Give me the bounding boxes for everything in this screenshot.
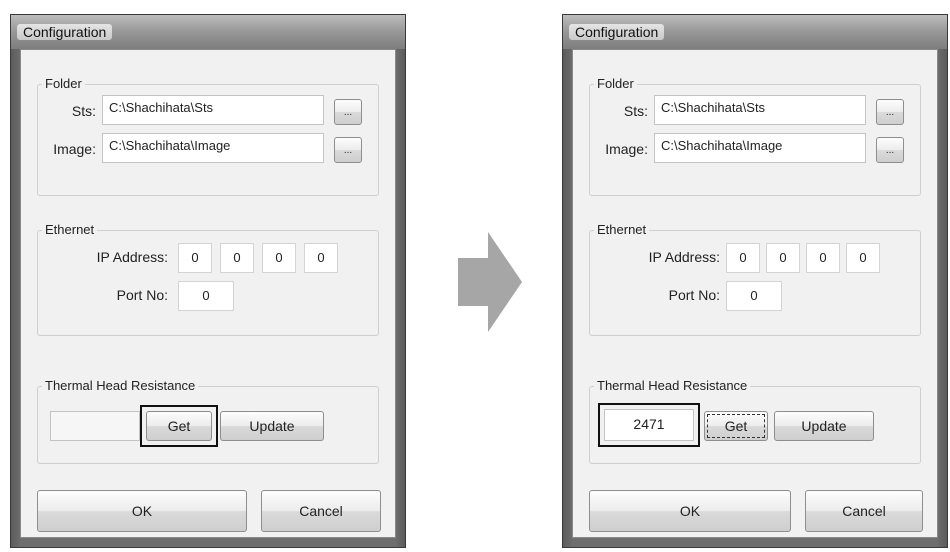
update-button[interactable]: Update xyxy=(774,411,874,441)
right-arrow-icon xyxy=(458,232,522,332)
sts-path-field[interactable]: C:\Shachihata\Sts xyxy=(102,95,324,125)
port-no-label: Port No: xyxy=(116,287,168,303)
thermal-head-group: Thermal Head Resistance 2471 Get Update xyxy=(589,378,921,464)
folder-group-label: Folder xyxy=(594,76,637,91)
ip-address-label: IP Address: xyxy=(96,249,168,265)
image-browse-button[interactable]: ... xyxy=(334,137,362,163)
sts-browse-button[interactable]: ... xyxy=(334,99,362,125)
ip-octet-3[interactable]: 0 xyxy=(806,243,840,273)
sts-browse-button[interactable]: ... xyxy=(876,99,904,125)
configuration-dialog-before: Configuration Folder Sts: C:\Shachihata\… xyxy=(10,14,406,548)
image-browse-button[interactable]: ... xyxy=(876,137,904,163)
ip-octet-2[interactable]: 0 xyxy=(220,243,254,273)
dialog-client-area: Folder Sts: C:\Shachihata\Sts ... Image:… xyxy=(20,49,396,538)
ip-octet-1[interactable]: 0 xyxy=(178,243,212,273)
port-no-label: Port No: xyxy=(668,287,720,303)
dialog-title: Configuration xyxy=(17,24,113,40)
folder-group: Folder Sts: C:\Shachihata\Sts ... Image:… xyxy=(37,76,379,196)
sts-label: Sts: xyxy=(71,103,96,119)
cancel-button[interactable]: Cancel xyxy=(261,490,381,532)
ip-octet-4[interactable]: 0 xyxy=(304,243,338,273)
image-label: Image: xyxy=(605,141,648,157)
get-button[interactable]: Get xyxy=(704,411,768,441)
dialog-title: Configuration xyxy=(569,24,665,40)
thermal-head-group-label: Thermal Head Resistance xyxy=(42,378,199,393)
ethernet-group-label: Ethernet xyxy=(594,222,650,237)
port-no-field[interactable]: 0 xyxy=(726,281,782,311)
ip-octet-1[interactable]: 0 xyxy=(726,243,760,273)
folder-group-label: Folder xyxy=(42,76,85,91)
highlight-frame xyxy=(140,405,218,447)
ethernet-group: Ethernet IP Address: 0 0 0 0 Port No: 0 xyxy=(37,222,379,336)
ip-octet-3[interactable]: 0 xyxy=(262,243,296,273)
cancel-button[interactable]: Cancel xyxy=(805,490,923,532)
ip-address-label: IP Address: xyxy=(648,249,720,265)
port-no-field[interactable]: 0 xyxy=(178,281,234,311)
image-path-field[interactable]: C:\Shachihata\Image xyxy=(102,133,324,163)
title-bar[interactable]: Configuration xyxy=(563,15,947,49)
dialog-client-area: Folder Sts: C:\Shachihata\Sts ... Image:… xyxy=(572,49,938,538)
folder-group: Folder Sts: C:\Shachihata\Sts ... Image:… xyxy=(589,76,921,196)
ethernet-group: Ethernet IP Address: 0 0 0 0 Port No: 0 xyxy=(589,222,921,336)
sts-path-field[interactable]: C:\Shachihata\Sts xyxy=(654,95,866,125)
configuration-dialog-after: Configuration Folder Sts: C:\Shachihata\… xyxy=(562,14,948,548)
thermal-head-group: Thermal Head Resistance Get Update xyxy=(37,378,379,464)
sts-label: Sts: xyxy=(623,103,648,119)
ok-button[interactable]: OK xyxy=(589,490,791,532)
ethernet-group-label: Ethernet xyxy=(42,222,98,237)
ok-button[interactable]: OK xyxy=(37,490,247,532)
resistance-value-field[interactable] xyxy=(50,411,140,441)
highlight-frame xyxy=(598,403,700,447)
update-button[interactable]: Update xyxy=(220,411,324,441)
image-path-field[interactable]: C:\Shachihata\Image xyxy=(654,133,866,163)
ip-octet-2[interactable]: 0 xyxy=(766,243,800,273)
ip-octet-4[interactable]: 0 xyxy=(846,243,880,273)
thermal-head-group-label: Thermal Head Resistance xyxy=(594,378,751,393)
title-bar[interactable]: Configuration xyxy=(11,15,405,49)
image-label: Image: xyxy=(53,141,96,157)
